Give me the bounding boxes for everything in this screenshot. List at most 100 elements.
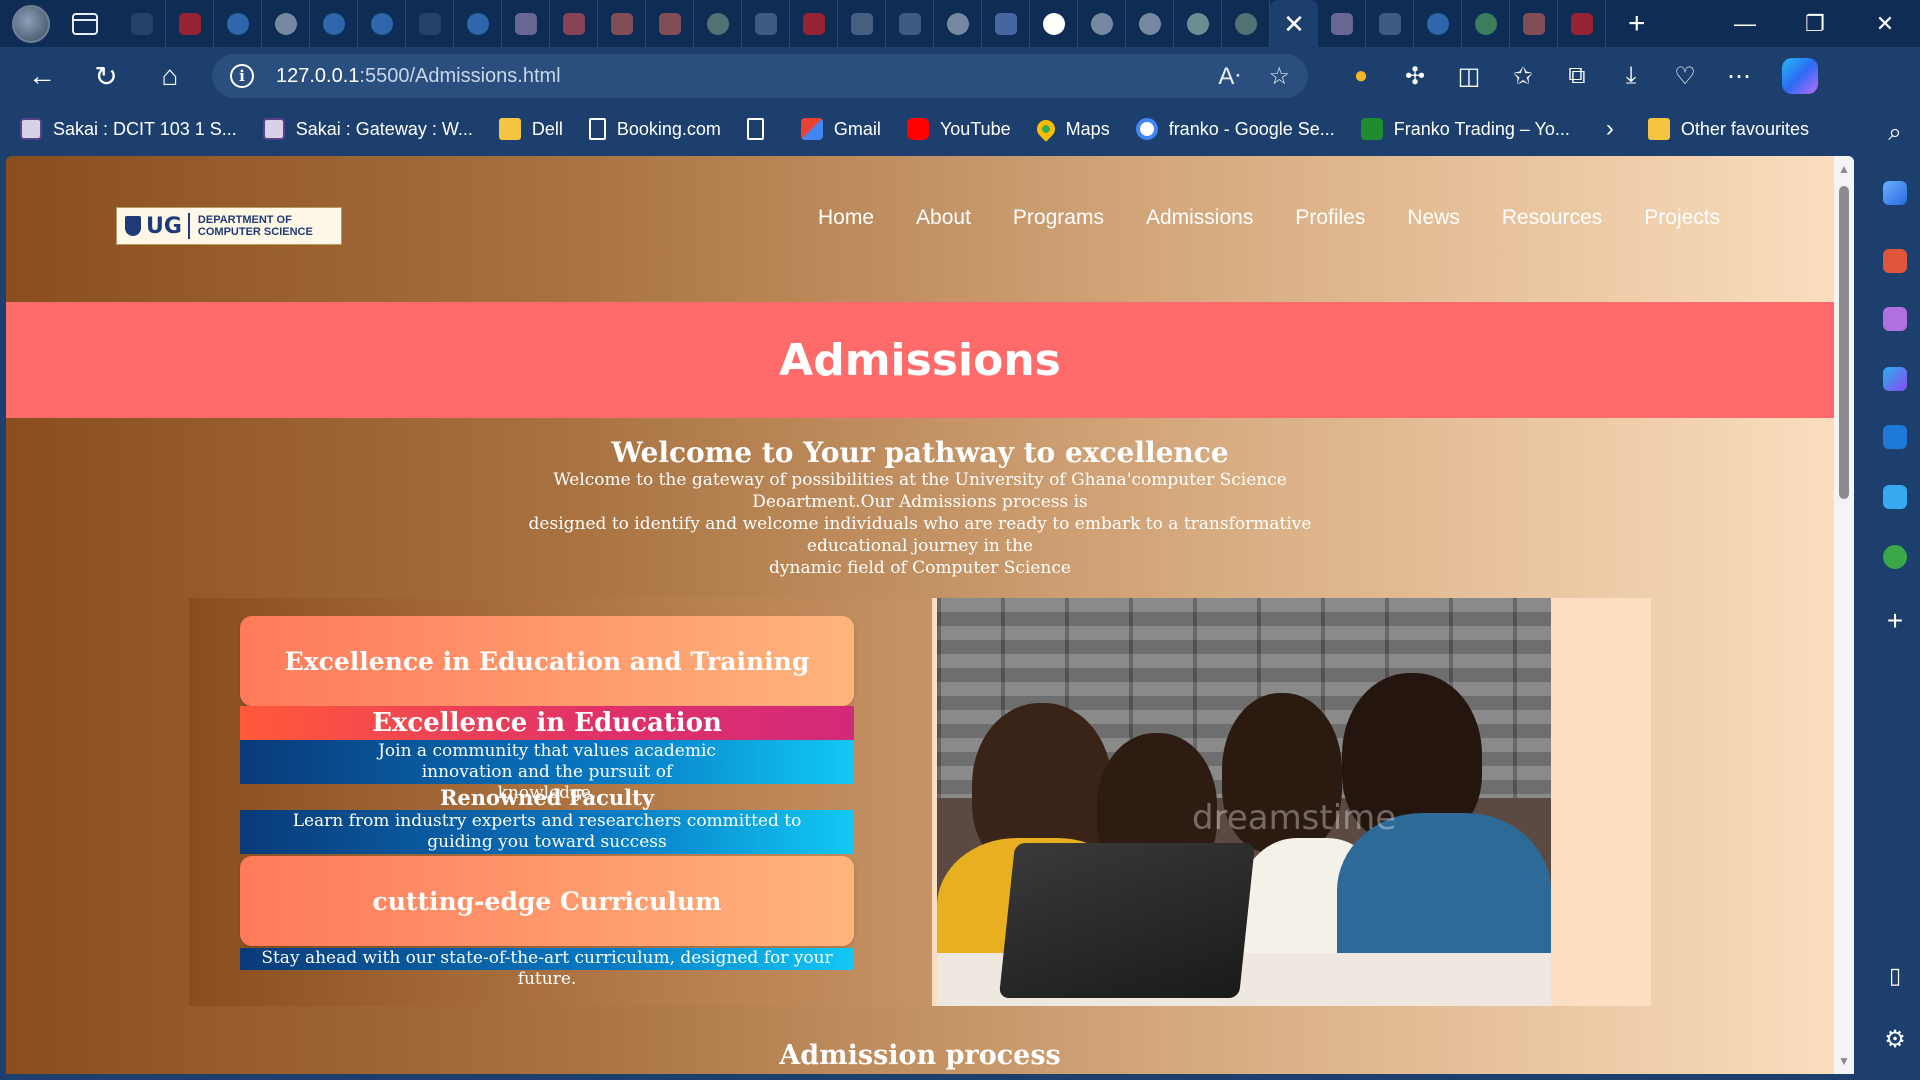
tab[interactable]: [118, 0, 166, 47]
tools-icon[interactable]: [1883, 249, 1907, 273]
workspaces-icon[interactable]: [72, 12, 98, 35]
other-favourites-folder[interactable]: Other favourites: [1647, 118, 1809, 140]
outlook-icon[interactable]: [1883, 425, 1907, 449]
favourite-item[interactable]: franko - Google Se...: [1135, 118, 1335, 140]
favorite-star-icon[interactable]: ☆: [1268, 62, 1290, 91]
nav-news[interactable]: News: [1407, 206, 1460, 230]
tab[interactable]: [406, 0, 454, 47]
tab[interactable]: [454, 0, 502, 47]
games-icon[interactable]: [1883, 307, 1907, 331]
favourite-item[interactable]: Franko Trading – Yo...: [1360, 118, 1570, 140]
tab[interactable]: [598, 0, 646, 47]
scrollbar-thumb[interactable]: [1839, 186, 1849, 499]
refresh-icon[interactable]: ↻: [84, 54, 128, 98]
tab[interactable]: [1510, 0, 1558, 47]
tab[interactable]: [550, 0, 598, 47]
tab[interactable]: [838, 0, 886, 47]
tab[interactable]: [214, 0, 262, 47]
tab[interactable]: [934, 0, 982, 47]
add-icon[interactable]: +: [1870, 605, 1920, 637]
nav-programs[interactable]: Programs: [1013, 206, 1104, 230]
read-aloud-icon[interactable]: Aᐧ: [1218, 62, 1240, 91]
sidebar-toggle-icon[interactable]: ▯: [1870, 963, 1920, 989]
favourite-item[interactable]: Sakai : DCIT 103 1 S...: [20, 118, 237, 140]
tab[interactable]: [1030, 0, 1078, 47]
minimize-button[interactable]: —: [1710, 0, 1780, 47]
tab[interactable]: [1174, 0, 1222, 47]
more-menu-icon[interactable]: ⋯: [1712, 62, 1766, 91]
extensions-puzzle-icon[interactable]: ✣: [1388, 62, 1442, 91]
tab[interactable]: [1318, 0, 1366, 47]
favourite-item[interactable]: Gmail: [800, 118, 881, 140]
chevron-right-icon[interactable]: ›: [1606, 115, 1614, 143]
nav-about[interactable]: About: [916, 206, 971, 230]
tab[interactable]: [1126, 0, 1174, 47]
crest-icon: [125, 216, 141, 236]
scroll-down-arrow-icon[interactable]: ▼: [1834, 1054, 1854, 1068]
github-icon: [1042, 12, 1065, 35]
tab[interactable]: [502, 0, 550, 47]
copilot-icon[interactable]: [1782, 58, 1818, 94]
copilot-sidebar-icon[interactable]: [1883, 367, 1907, 391]
tab[interactable]: [1414, 0, 1462, 47]
back-icon[interactable]: ←: [20, 54, 64, 98]
tab[interactable]: [646, 0, 694, 47]
tab[interactable]: [982, 0, 1030, 47]
home-icon[interactable]: ⌂: [148, 54, 192, 98]
favourite-item[interactable]: Sakai : Gateway : W...: [262, 118, 473, 140]
tab[interactable]: [1366, 0, 1414, 47]
page-title: Admissions: [779, 334, 1061, 386]
extension-icon[interactable]: ●: [1334, 62, 1388, 90]
nav-resources[interactable]: Resources: [1502, 206, 1602, 230]
tab[interactable]: [358, 0, 406, 47]
tab-list: ✕: [118, 0, 1606, 47]
feature-cards-panel: Excellence in Education and Training Exc…: [189, 598, 932, 1006]
settings-gear-icon[interactable]: ⚙: [1870, 1025, 1920, 1054]
scroll-up-arrow-icon[interactable]: ▲: [1834, 162, 1854, 176]
favorites-icon[interactable]: ✩: [1496, 62, 1550, 91]
tab[interactable]: [1078, 0, 1126, 47]
send-icon[interactable]: [1883, 485, 1907, 509]
collections-icon[interactable]: ⧉: [1550, 62, 1604, 90]
active-tab[interactable]: ✕: [1270, 0, 1318, 47]
tab[interactable]: [1222, 0, 1270, 47]
favourite-item[interactable]: [746, 118, 775, 140]
ug-logo[interactable]: UG DEPARTMENT OF COMPUTER SCIENCE: [116, 207, 342, 245]
shopping-tag-icon[interactable]: [1883, 181, 1907, 205]
tab[interactable]: [742, 0, 790, 47]
tab[interactable]: [886, 0, 934, 47]
split-screen-icon[interactable]: ◫: [1442, 62, 1496, 91]
maximize-button[interactable]: ❐: [1780, 0, 1850, 47]
nav-admissions[interactable]: Admissions: [1146, 206, 1253, 230]
favourite-item[interactable]: Dell: [498, 118, 563, 140]
tab[interactable]: [262, 0, 310, 47]
tree-icon[interactable]: [1883, 545, 1907, 569]
address-bar[interactable]: i 127.0.0.1:5500/Admissions.html Aᐧ ☆: [212, 54, 1308, 98]
nav-profiles[interactable]: Profiles: [1295, 206, 1365, 230]
nav-projects[interactable]: Projects: [1644, 206, 1720, 230]
tab[interactable]: [1462, 0, 1510, 47]
github-icon: [1138, 12, 1161, 35]
favourite-item[interactable]: Booking.com: [588, 118, 721, 140]
nav-home[interactable]: Home: [818, 206, 874, 230]
search-icon[interactable]: ⌕: [1870, 119, 1920, 147]
tab[interactable]: [310, 0, 358, 47]
favourite-item[interactable]: YouTube: [906, 118, 1011, 140]
performance-icon[interactable]: ♡: [1658, 62, 1712, 91]
profile-avatar[interactable]: [12, 4, 50, 43]
close-window-button[interactable]: ✕: [1850, 0, 1920, 47]
tab[interactable]: [694, 0, 742, 47]
folder-icon: [1647, 118, 1670, 140]
site-nav: Home About Programs Admissions Profiles …: [818, 206, 1762, 230]
docs-icon: [994, 12, 1017, 35]
close-icon[interactable]: ✕: [1283, 11, 1305, 37]
url-text[interactable]: 127.0.0.1:5500/Admissions.html: [276, 65, 1190, 88]
tab[interactable]: [790, 0, 838, 47]
new-tab-button[interactable]: +: [1628, 7, 1646, 41]
page-scrollbar[interactable]: ▲ ▼: [1834, 156, 1854, 1074]
info-icon[interactable]: i: [230, 64, 254, 88]
tab[interactable]: [1558, 0, 1606, 47]
tab[interactable]: [166, 0, 214, 47]
downloads-icon[interactable]: ⤓: [1604, 62, 1658, 90]
favourite-item[interactable]: Maps: [1032, 116, 1110, 142]
